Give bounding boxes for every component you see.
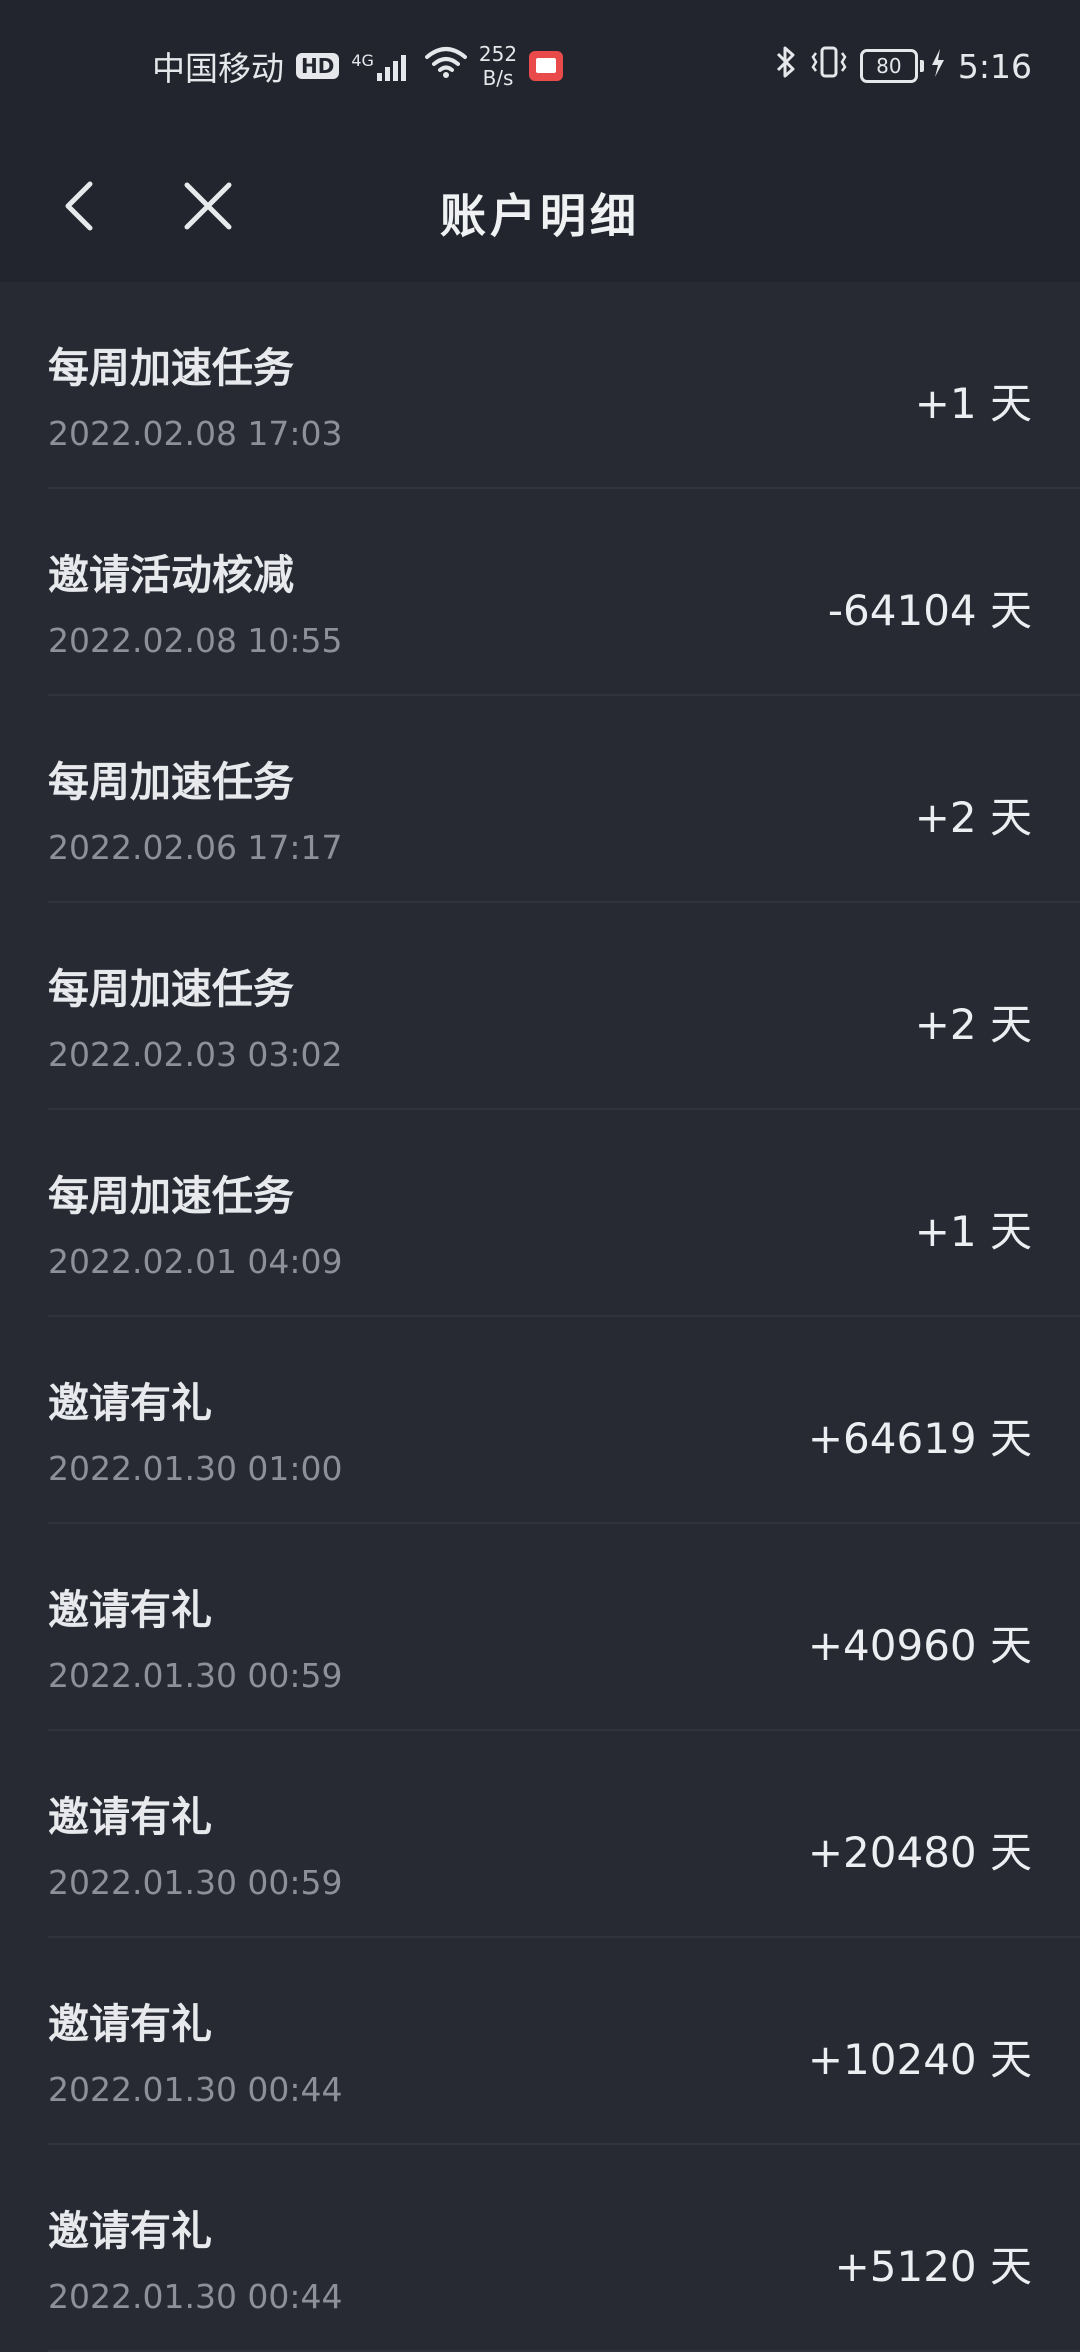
net-speed-unit: B/s [482,66,514,90]
book-app-icon [529,51,564,81]
list-item[interactable]: 邀请活动核减 2022.02.08 10:55 -64104 天 [0,489,1080,696]
network-speed: 252 B/s [479,42,517,90]
status-bar-right: 80 5:16 [774,44,1032,88]
battery-indicator: 80 [859,49,924,83]
account-record-list: 每周加速任务 2022.02.08 17:03 +1 天 邀请活动核减 2022… [0,282,1080,2352]
record-title: 邀请有礼 [48,2207,212,2255]
navigation-header: 账户明细 [0,130,1080,282]
record-title: 每周加速任务 [48,965,294,1013]
record-amount: +2 天 [914,1000,1032,1049]
record-title: 每周加速任务 [48,344,294,392]
page-title: 账户明细 [440,189,640,243]
record-title: 邀请有礼 [48,1793,212,1841]
vibrate-icon [810,45,848,87]
record-time: 2022.01.30 00:44 [48,2277,343,2316]
record-time: 2022.02.01 04:09 [48,1242,343,1281]
status-bar: 中国移动 HD 4G 252 B/s 80 5:16 [0,0,1080,130]
list-item[interactable]: 邀请有礼 2022.01.30 00:59 +20480 天 [0,1731,1080,1938]
record-amount: +1 天 [914,1207,1032,1256]
record-title: 邀请有礼 [48,1379,212,1427]
list-item[interactable]: 邀请有礼 2022.01.30 00:59 +40960 天 [0,1524,1080,1731]
record-title: 邀请有礼 [48,2000,212,2048]
record-amount: +64619 天 [807,1414,1032,1463]
record-time: 2022.01.30 00:59 [48,1656,343,1695]
record-title: 每周加速任务 [48,758,294,806]
record-amount: +20480 天 [807,1828,1032,1877]
list-item[interactable]: 邀请有礼 2022.01.30 01:00 +64619 天 [0,1317,1080,1524]
hd-badge: HD [296,53,340,79]
record-time: 2022.02.03 03:02 [48,1035,343,1074]
record-time: 2022.01.30 00:44 [48,2070,343,2109]
list-item[interactable]: 每周加速任务 2022.02.03 03:02 +2 天 [0,903,1080,1110]
record-title: 邀请活动核减 [48,551,294,599]
record-time: 2022.02.06 17:17 [48,828,343,867]
record-amount: +2 天 [914,793,1032,842]
record-title: 邀请有礼 [48,1586,212,1634]
charging-icon [930,47,946,86]
list-item[interactable]: 邀请有礼 2022.01.30 00:44 +10240 天 [0,1938,1080,2145]
wifi-icon [424,46,467,86]
list-item[interactable]: 每周加速任务 2022.02.01 04:09 +1 天 [0,1110,1080,1317]
record-title: 每周加速任务 [48,1172,294,1220]
list-item[interactable]: 每周加速任务 2022.02.06 17:17 +2 天 [0,696,1080,903]
record-amount: -64104 天 [827,586,1032,635]
record-amount: +1 天 [914,379,1032,428]
list-item[interactable]: 每周加速任务 2022.02.08 17:03 +1 天 [0,282,1080,489]
record-amount: +40960 天 [807,1621,1032,1670]
bluetooth-icon [774,45,798,87]
network-type: 4G [351,51,374,70]
record-amount: +5120 天 [834,2242,1032,2291]
carrier-name: 中国移动 [152,49,284,88]
record-time: 2022.01.30 00:59 [48,1863,343,1902]
record-time: 2022.02.08 17:03 [48,414,343,453]
record-time: 2022.01.30 01:00 [48,1449,343,1488]
record-amount: +10240 天 [807,2035,1032,2084]
cellular-signal-icon: 4G [351,51,413,81]
net-speed-value: 252 [478,42,518,66]
status-bar-left: 中国移动 HD 4G 252 B/s [152,42,564,90]
record-time: 2022.02.08 10:55 [48,621,343,660]
list-item[interactable]: 邀请有礼 2022.01.30 00:44 +5120 天 [0,2145,1080,2352]
clock: 5:16 [957,46,1032,86]
